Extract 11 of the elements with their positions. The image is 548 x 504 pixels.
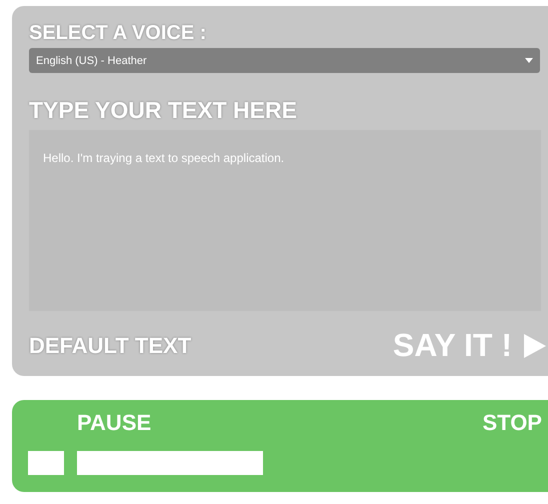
indicator-block: [28, 451, 64, 475]
text-input-field[interactable]: Hello. I'm traying a text to speech application.: [29, 130, 541, 311]
caret-icon: [525, 58, 533, 63]
voice-dropdown[interactable]: English (US) - Heather: [29, 48, 540, 73]
default-text-button[interactable]: DEFAULT TEXT: [29, 332, 192, 358]
voice-label: SELECT A VOICE :: [29, 22, 208, 44]
play-icon: [524, 334, 546, 358]
say-it-button[interactable]: SAY IT !: [392, 327, 546, 364]
stop-button[interactable]: STOP: [482, 410, 542, 436]
text-label: TYPE YOUR TEXT HERE: [29, 97, 298, 123]
pause-button[interactable]: PAUSE: [77, 410, 152, 436]
